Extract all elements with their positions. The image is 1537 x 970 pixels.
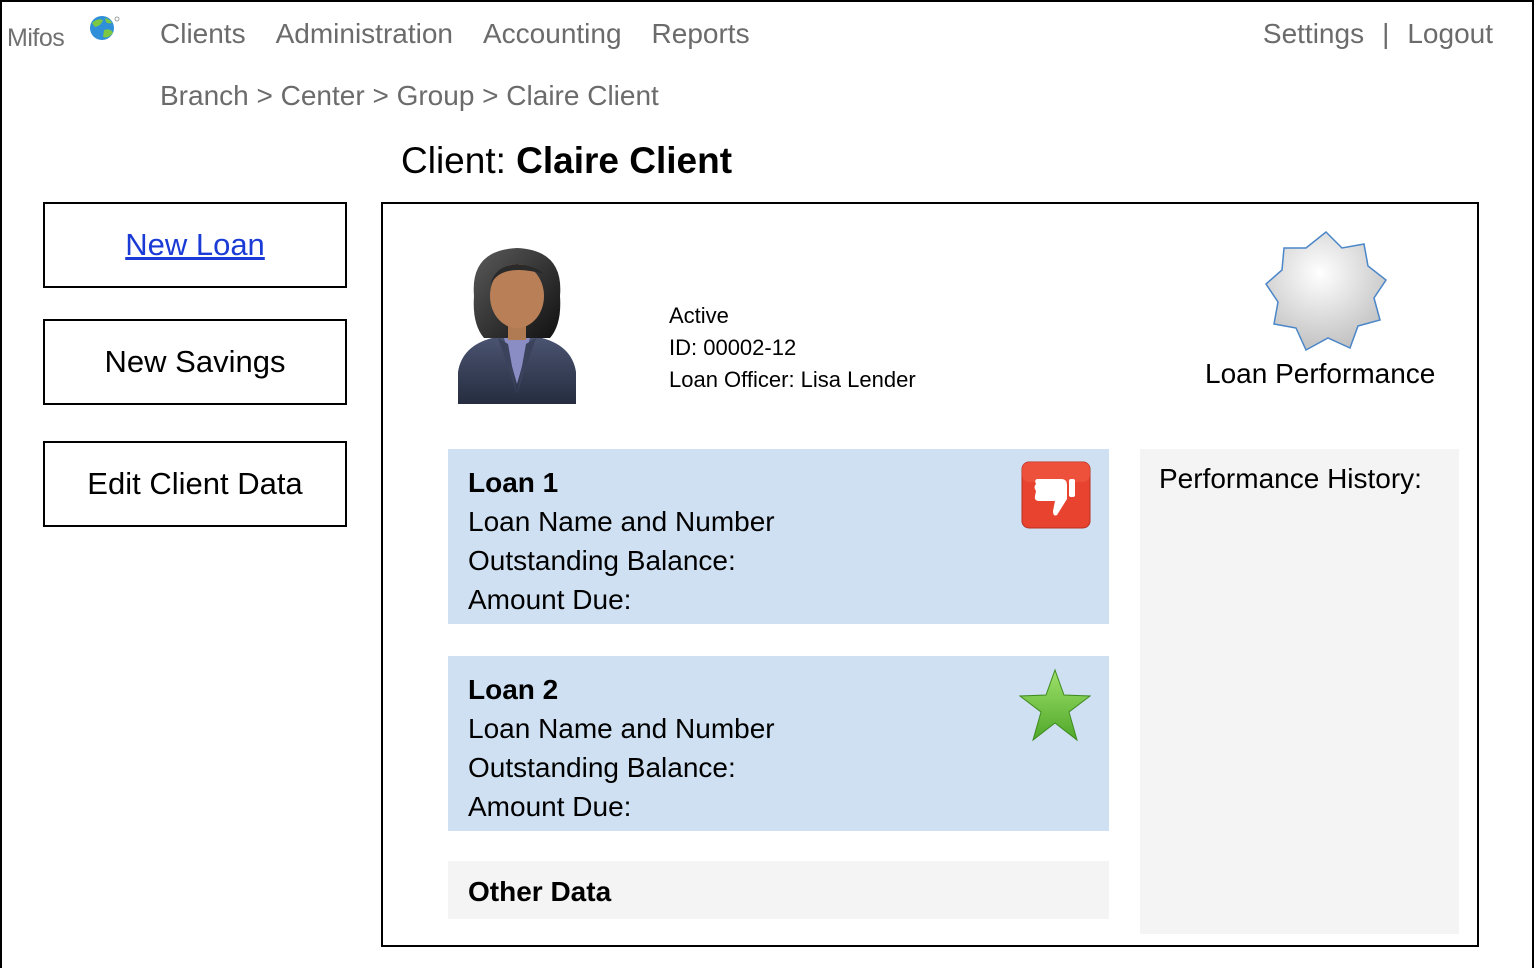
page-title: Client: Claire Client [401, 140, 732, 182]
thumbs-down-icon [1021, 461, 1091, 529]
loan-performance-label: Loan Performance [1205, 358, 1436, 389]
client-panel: Active ID: 00002-12 Loan Officer: Lisa L… [381, 202, 1479, 947]
loan-title: Loan 1 [468, 467, 559, 498]
client-id: ID: 00002-12 [669, 335, 797, 360]
star-icon [1019, 668, 1091, 742]
edit-client-data-button[interactable]: Edit Client Data [43, 441, 347, 527]
page-title-prefix: Client: [401, 140, 517, 181]
performance-history-panel: Performance History: [1140, 449, 1459, 934]
nav-reports[interactable]: Reports [652, 18, 750, 50]
logout-link[interactable]: Logout [1407, 18, 1493, 50]
outstanding-balance: Outstanding Balance: [468, 752, 736, 783]
main-nav: Clients Administration Accounting Report… [160, 18, 750, 50]
new-loan-button[interactable]: New Loan [43, 202, 347, 288]
logo-text: Mifos [7, 24, 65, 52]
client-status: Active [669, 303, 729, 328]
performance-badge-icon [1265, 230, 1388, 352]
client-name: Claire Client [516, 140, 733, 181]
amount-due: Amount Due: [468, 791, 632, 822]
loan-name: Loan Name and Number [468, 713, 775, 744]
nav-accounting[interactable]: Accounting [483, 18, 622, 50]
loan-card[interactable]: Loan 2 Loan Name and Number Outstanding … [448, 656, 1109, 831]
amount-due: Amount Due: [468, 584, 632, 615]
performance-history-label: Performance History: [1159, 463, 1422, 494]
loan-officer: Loan Officer: Lisa Lender [669, 367, 916, 392]
loan-name: Loan Name and Number [468, 506, 775, 537]
loan-card[interactable]: Loan 1 Loan Name and Number Outstanding … [448, 449, 1109, 624]
outstanding-balance: Outstanding Balance: [468, 545, 736, 576]
globe-icon [90, 16, 120, 40]
nav-administration[interactable]: Administration [276, 18, 453, 50]
new-savings-button[interactable]: New Savings [43, 319, 347, 405]
client-info: Active ID: 00002-12 Loan Officer: Lisa L… [669, 300, 916, 396]
nav-separator: | [1382, 18, 1390, 49]
other-data-section[interactable]: Other Data [448, 861, 1109, 919]
utility-nav: Settings | Logout [1263, 18, 1493, 50]
client-avatar [458, 248, 576, 404]
settings-link[interactable]: Settings [1263, 18, 1364, 50]
loan-title: Loan 2 [468, 674, 559, 705]
breadcrumb[interactable]: Branch > Center > Group > Claire Client [160, 80, 659, 112]
nav-clients[interactable]: Clients [160, 18, 246, 50]
